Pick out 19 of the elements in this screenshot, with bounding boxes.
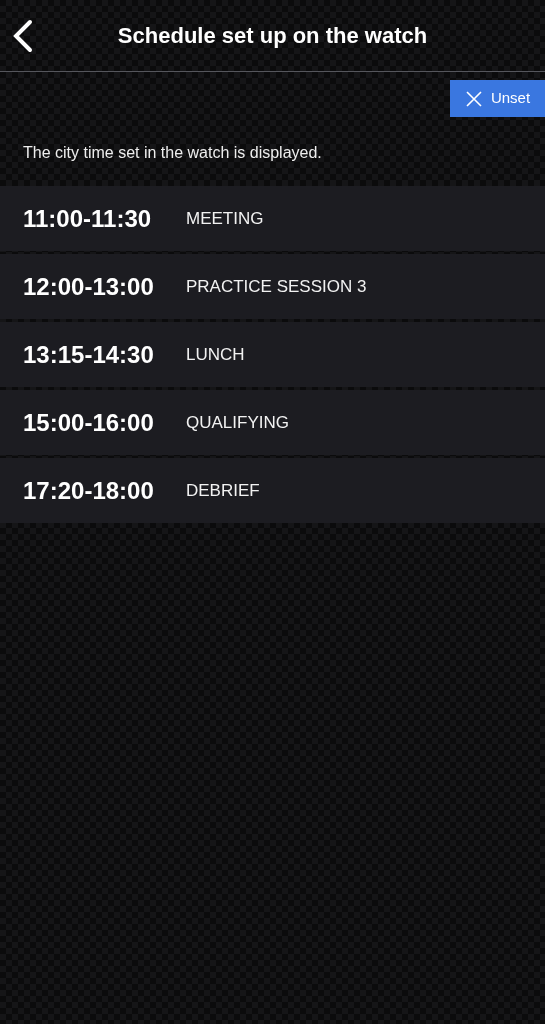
event-name: QUALIFYING [186,411,289,434]
schedule-row[interactable]: 11:00-11:30 MEETING [0,186,545,251]
event-name: MEETING [186,207,264,230]
event-name: PRACTICE SESSION 3 [186,275,367,298]
unset-button[interactable]: Unset [450,80,545,117]
close-icon [464,89,483,108]
schedule-row[interactable]: 15:00-16:00 QUALIFYING [0,390,545,455]
schedule-row[interactable]: 17:20-18:00 DEBRIEF [0,458,545,523]
time-range: 17:20-18:00 [22,475,155,506]
event-name: DEBRIEF [186,479,260,502]
info-text: The city time set in the watch is displayed. [23,143,323,163]
time-range: 15:00-16:00 [22,407,155,438]
event-name: LUNCH [186,343,245,366]
time-range: 11:00-11:30 [22,203,153,234]
schedule-row[interactable]: 13:15-14:30 LUNCH [0,322,545,387]
screen-title: Schedule set up on the watch [117,22,428,50]
time-range: 12:00-13:00 [22,271,155,302]
time-range: 13:15-14:30 [22,339,155,370]
schedule-row[interactable]: 12:00-13:00 PRACTICE SESSION 3 [0,254,545,319]
